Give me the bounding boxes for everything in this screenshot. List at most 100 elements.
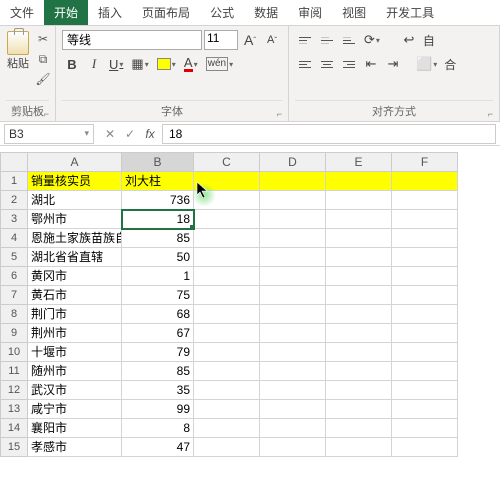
cell-D15[interactable] [260,438,326,457]
phonetic-button[interactable]: wén [203,54,236,74]
col-header-D[interactable]: D [260,152,326,172]
cell-C4[interactable] [194,229,260,248]
cell-A12[interactable]: 武汉市 [28,381,122,400]
col-header-E[interactable]: E [326,152,392,172]
cell-F10[interactable] [392,343,458,362]
cell-A4[interactable]: 恩施土家族苗族自 [28,229,122,248]
font-color-button[interactable]: A [181,54,201,74]
row-header-1[interactable]: 1 [0,172,28,191]
cell-F11[interactable] [392,362,458,381]
tab-视图[interactable]: 视图 [332,0,376,25]
cell-E1[interactable] [326,172,392,191]
cell-D9[interactable] [260,324,326,343]
align-right-button[interactable] [339,54,359,74]
row-header-9[interactable]: 9 [0,324,28,343]
cell-A1[interactable]: 销量核实员 [28,172,122,191]
cell-D5[interactable] [260,248,326,267]
cell-B10[interactable]: 79 [122,343,194,362]
cell-B4[interactable]: 85 [122,229,194,248]
row-header-14[interactable]: 14 [0,419,28,438]
increase-font-button[interactable]: Aˆ [240,30,260,50]
cell-C14[interactable] [194,419,260,438]
tab-插入[interactable]: 插入 [88,0,132,25]
align-bottom-button[interactable] [339,30,359,50]
name-box[interactable]: B3▾ [4,124,94,144]
cell-D11[interactable] [260,362,326,381]
cell-D4[interactable] [260,229,326,248]
cell-D6[interactable] [260,267,326,286]
cell-D1[interactable] [260,172,326,191]
cell-B11[interactable]: 85 [122,362,194,381]
dialog-launcher-icon[interactable]: ⌐ [488,109,493,119]
italic-button[interactable]: I [84,54,104,74]
cell-C8[interactable] [194,305,260,324]
row-header-15[interactable]: 15 [0,438,28,457]
cell-E13[interactable] [326,400,392,419]
fx-icon[interactable]: fx [142,127,158,141]
wrap-text-button[interactable]: ↩ [399,30,419,50]
cell-F4[interactable] [392,229,458,248]
col-header-A[interactable]: A [28,152,122,172]
cell-E10[interactable] [326,343,392,362]
cell-B2[interactable]: 736 [122,191,194,210]
dialog-launcher-icon[interactable]: ⌐ [44,109,49,119]
cell-A2[interactable]: 湖北 [28,191,122,210]
cell-F9[interactable] [392,324,458,343]
cell-D3[interactable] [260,210,326,229]
tab-审阅[interactable]: 审阅 [288,0,332,25]
decrease-font-button[interactable]: Aˇ [262,30,282,50]
tab-数据[interactable]: 数据 [244,0,288,25]
cell-E4[interactable] [326,229,392,248]
cell-D14[interactable] [260,419,326,438]
cell-C2[interactable] [194,191,260,210]
select-all-corner[interactable] [0,152,28,172]
cell-C15[interactable] [194,438,260,457]
cell-F2[interactable] [392,191,458,210]
formula-bar[interactable]: 18 [162,124,496,144]
font-name-select[interactable]: 等线 [62,30,202,50]
cell-D8[interactable] [260,305,326,324]
row-header-2[interactable]: 2 [0,191,28,210]
cell-B6[interactable]: 1 [122,267,194,286]
cell-D2[interactable] [260,191,326,210]
cell-E2[interactable] [326,191,392,210]
cell-C7[interactable] [194,286,260,305]
row-header-11[interactable]: 11 [0,362,28,381]
cell-E8[interactable] [326,305,392,324]
cell-A7[interactable]: 黄石市 [28,286,122,305]
cell-C10[interactable] [194,343,260,362]
cell-D7[interactable] [260,286,326,305]
tab-开始[interactable]: 开始 [44,0,88,25]
fill-color-button[interactable] [154,54,179,74]
col-header-B[interactable]: B [122,152,194,172]
merge-button[interactable]: ⬜ [413,54,440,74]
align-left-button[interactable] [295,54,315,74]
cell-D10[interactable] [260,343,326,362]
cell-A15[interactable]: 孝感市 [28,438,122,457]
cell-C6[interactable] [194,267,260,286]
cell-B15[interactable]: 47 [122,438,194,457]
cell-E15[interactable] [326,438,392,457]
row-header-6[interactable]: 6 [0,267,28,286]
cell-E7[interactable] [326,286,392,305]
cell-F14[interactable] [392,419,458,438]
col-header-F[interactable]: F [392,152,458,172]
cell-F3[interactable] [392,210,458,229]
cell-A10[interactable]: 十堰市 [28,343,122,362]
cell-B8[interactable]: 68 [122,305,194,324]
copy-button[interactable]: ⧉ [34,50,52,68]
row-header-10[interactable]: 10 [0,343,28,362]
cell-C1[interactable] [194,172,260,191]
cell-B14[interactable]: 8 [122,419,194,438]
cell-F5[interactable] [392,248,458,267]
cell-C3[interactable] [194,210,260,229]
cell-F6[interactable] [392,267,458,286]
tab-页面布局[interactable]: 页面布局 [132,0,200,25]
cell-B13[interactable]: 99 [122,400,194,419]
cell-F7[interactable] [392,286,458,305]
font-size-select[interactable]: 11 [204,30,238,50]
cell-B1[interactable]: 刘大柱 [122,172,194,191]
cell-F15[interactable] [392,438,458,457]
format-painter-button[interactable]: 🖌 [34,70,52,88]
cell-A11[interactable]: 随州市 [28,362,122,381]
